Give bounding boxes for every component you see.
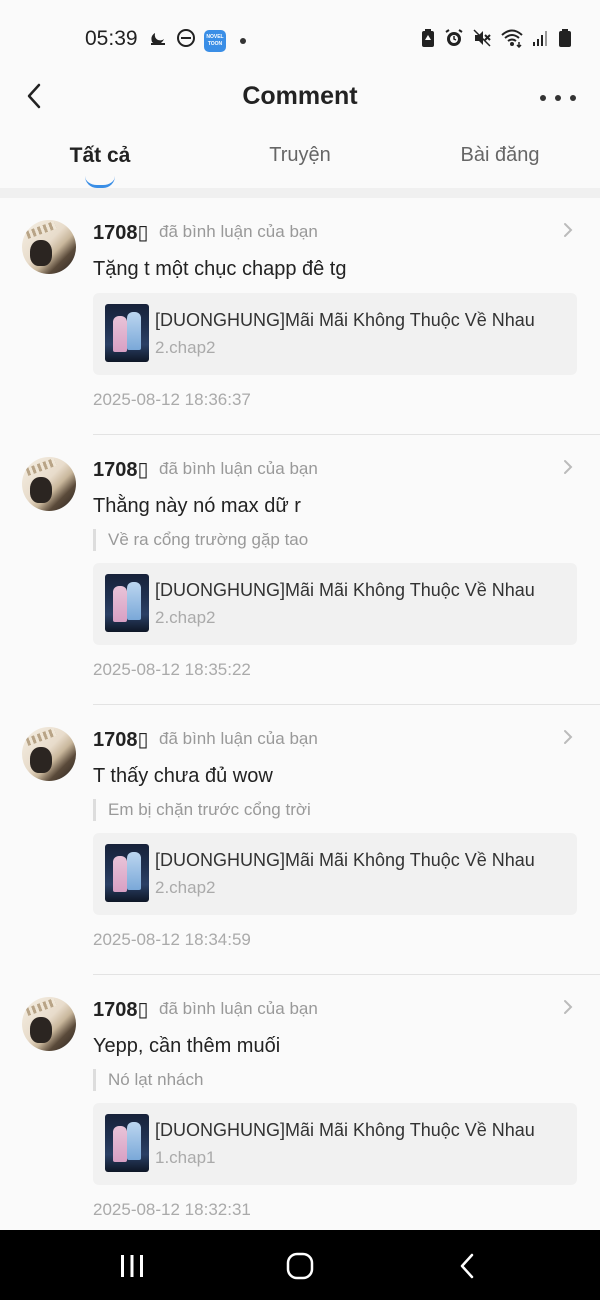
story-chapter: 1.chap1	[155, 1148, 216, 1167]
comment-item[interactable]: 1708▯ đã bình luận của bạn Thằng này nó …	[0, 435, 600, 705]
alarm-icon	[444, 28, 464, 53]
more-dot-icon	[570, 95, 576, 101]
more-dot-icon	[540, 95, 546, 101]
comment-text: T thấy chưa đủ wow	[93, 765, 273, 787]
story-cover-image	[105, 844, 149, 902]
comment-action-text: đã bình luận của bạn	[159, 999, 318, 1018]
more-dot-icon	[555, 95, 561, 101]
comment-user-name[interactable]: 1708▯	[93, 220, 149, 245]
comment-user-name[interactable]: 1708▯	[93, 727, 149, 752]
story-title: [DUONGHUNG]Mãi Mãi Không Thuộc Về Nhau	[155, 1120, 535, 1140]
story-card[interactable]: [DUONGHUNG]Mãi Mãi Không Thuộc Về Nhau 2…	[93, 563, 577, 645]
comment-text: Thằng này nó max dữ r	[93, 495, 301, 517]
story-card[interactable]: [DUONGHUNG]Mãi Mãi Không Thuộc Về Nhau 2…	[93, 833, 577, 915]
home-icon	[286, 1252, 314, 1280]
quoted-reply: Về ra cổng trường gặp tao	[93, 529, 308, 551]
avatar[interactable]	[22, 220, 76, 274]
comment-item[interactable]: 1708▯ đã bình luận của bạn T thấy chưa đ…	[0, 705, 600, 975]
signal-icon	[532, 28, 550, 53]
comment-item[interactable]: 1708▯ đã bình luận của bạn Tặng t một ch…	[0, 198, 600, 435]
chevron-right-icon[interactable]	[560, 727, 576, 747]
recent-apps-icon	[121, 1255, 143, 1277]
avatar[interactable]	[22, 997, 76, 1051]
page-title: Comment	[242, 82, 358, 110]
comment-list[interactable]: 1708▯ đã bình luận của bạn Tặng t một ch…	[0, 198, 600, 1230]
app-badge-line2: TOON	[207, 40, 223, 47]
chevron-right-icon[interactable]	[560, 997, 576, 1017]
story-chapter: 2.chap2	[155, 608, 216, 627]
wifi-icon	[500, 28, 524, 53]
story-title: [DUONGHUNG]Mãi Mãi Không Thuộc Về Nhau	[155, 310, 535, 330]
system-nav-bar	[0, 1230, 600, 1300]
tab-bar: Tất cả Truyện Bài đăng	[0, 132, 600, 188]
tab-stories[interactable]: Truyện	[269, 144, 331, 167]
status-right-icons	[420, 28, 572, 53]
status-left-icons: NOVEL TOON	[148, 28, 246, 53]
comment-timestamp: 2025-08-12 18:36:37	[93, 390, 251, 409]
story-card[interactable]: [DUONGHUNG]Mãi Mãi Không Thuộc Về Nhau 2…	[93, 293, 577, 375]
home-button[interactable]	[280, 1250, 320, 1282]
chevron-right-icon[interactable]	[560, 457, 576, 477]
comment-action-text: đã bình luận của bạn	[159, 222, 318, 241]
more-options-button[interactable]	[540, 86, 576, 110]
back-icon	[460, 1253, 474, 1279]
system-back-button[interactable]	[448, 1250, 488, 1282]
comment-timestamp: 2025-08-12 18:32:31	[93, 1200, 251, 1219]
active-tab-indicator	[85, 176, 115, 188]
story-title: [DUONGHUNG]Mãi Mãi Không Thuộc Về Nhau	[155, 850, 535, 870]
top-app-bar: Comment	[0, 72, 600, 128]
quoted-reply: Em bị chặn trước cổng trời	[93, 799, 311, 821]
chevron-right-icon[interactable]	[560, 220, 576, 240]
story-chapter: 2.chap2	[155, 338, 216, 357]
quoted-reply: Nó lạt nhách	[93, 1069, 203, 1091]
story-chapter: 2.chap2	[155, 878, 216, 897]
comment-text: Tặng t một chục chapp đê tg	[93, 258, 347, 280]
dot-icon	[240, 37, 246, 44]
moon-icon	[148, 28, 168, 53]
dnd-icon	[176, 28, 196, 53]
comment-timestamp: 2025-08-12 18:34:59	[93, 930, 251, 949]
comment-text: Yepp, cần thêm muối	[93, 1035, 281, 1057]
comment-timestamp: 2025-08-12 18:35:22	[93, 660, 251, 679]
recent-apps-button[interactable]	[112, 1250, 152, 1282]
story-cover-image	[105, 574, 149, 632]
comment-action-text: đã bình luận của bạn	[159, 729, 318, 748]
mute-icon	[472, 28, 492, 53]
app-badge-line1: NOVEL	[206, 33, 224, 40]
battery-icon	[558, 28, 572, 53]
story-card[interactable]: [DUONGHUNG]Mãi Mãi Không Thuộc Về Nhau 1…	[93, 1103, 577, 1185]
battery-saver-icon	[420, 28, 436, 53]
comment-user-name[interactable]: 1708▯	[93, 997, 149, 1022]
status-time: 05:39	[85, 27, 138, 50]
comment-action-text: đã bình luận của bạn	[159, 459, 318, 478]
story-cover-image	[105, 1114, 149, 1172]
story-title: [DUONGHUNG]Mãi Mãi Không Thuộc Về Nhau	[155, 580, 535, 600]
tab-posts[interactable]: Bài đăng	[461, 144, 540, 167]
comment-item[interactable]: 1708▯ đã bình luận của bạn Yepp, cần thê…	[0, 975, 600, 1230]
comment-user-name[interactable]: 1708▯	[93, 457, 149, 482]
tab-all[interactable]: Tất cả	[70, 144, 131, 168]
novel-toon-app-icon: NOVEL TOON	[204, 29, 226, 52]
avatar[interactable]	[22, 727, 76, 781]
avatar[interactable]	[22, 457, 76, 511]
tabs-divider	[0, 188, 600, 198]
status-bar: 05:39 NOVEL TOON	[0, 0, 600, 72]
story-cover-image	[105, 304, 149, 362]
